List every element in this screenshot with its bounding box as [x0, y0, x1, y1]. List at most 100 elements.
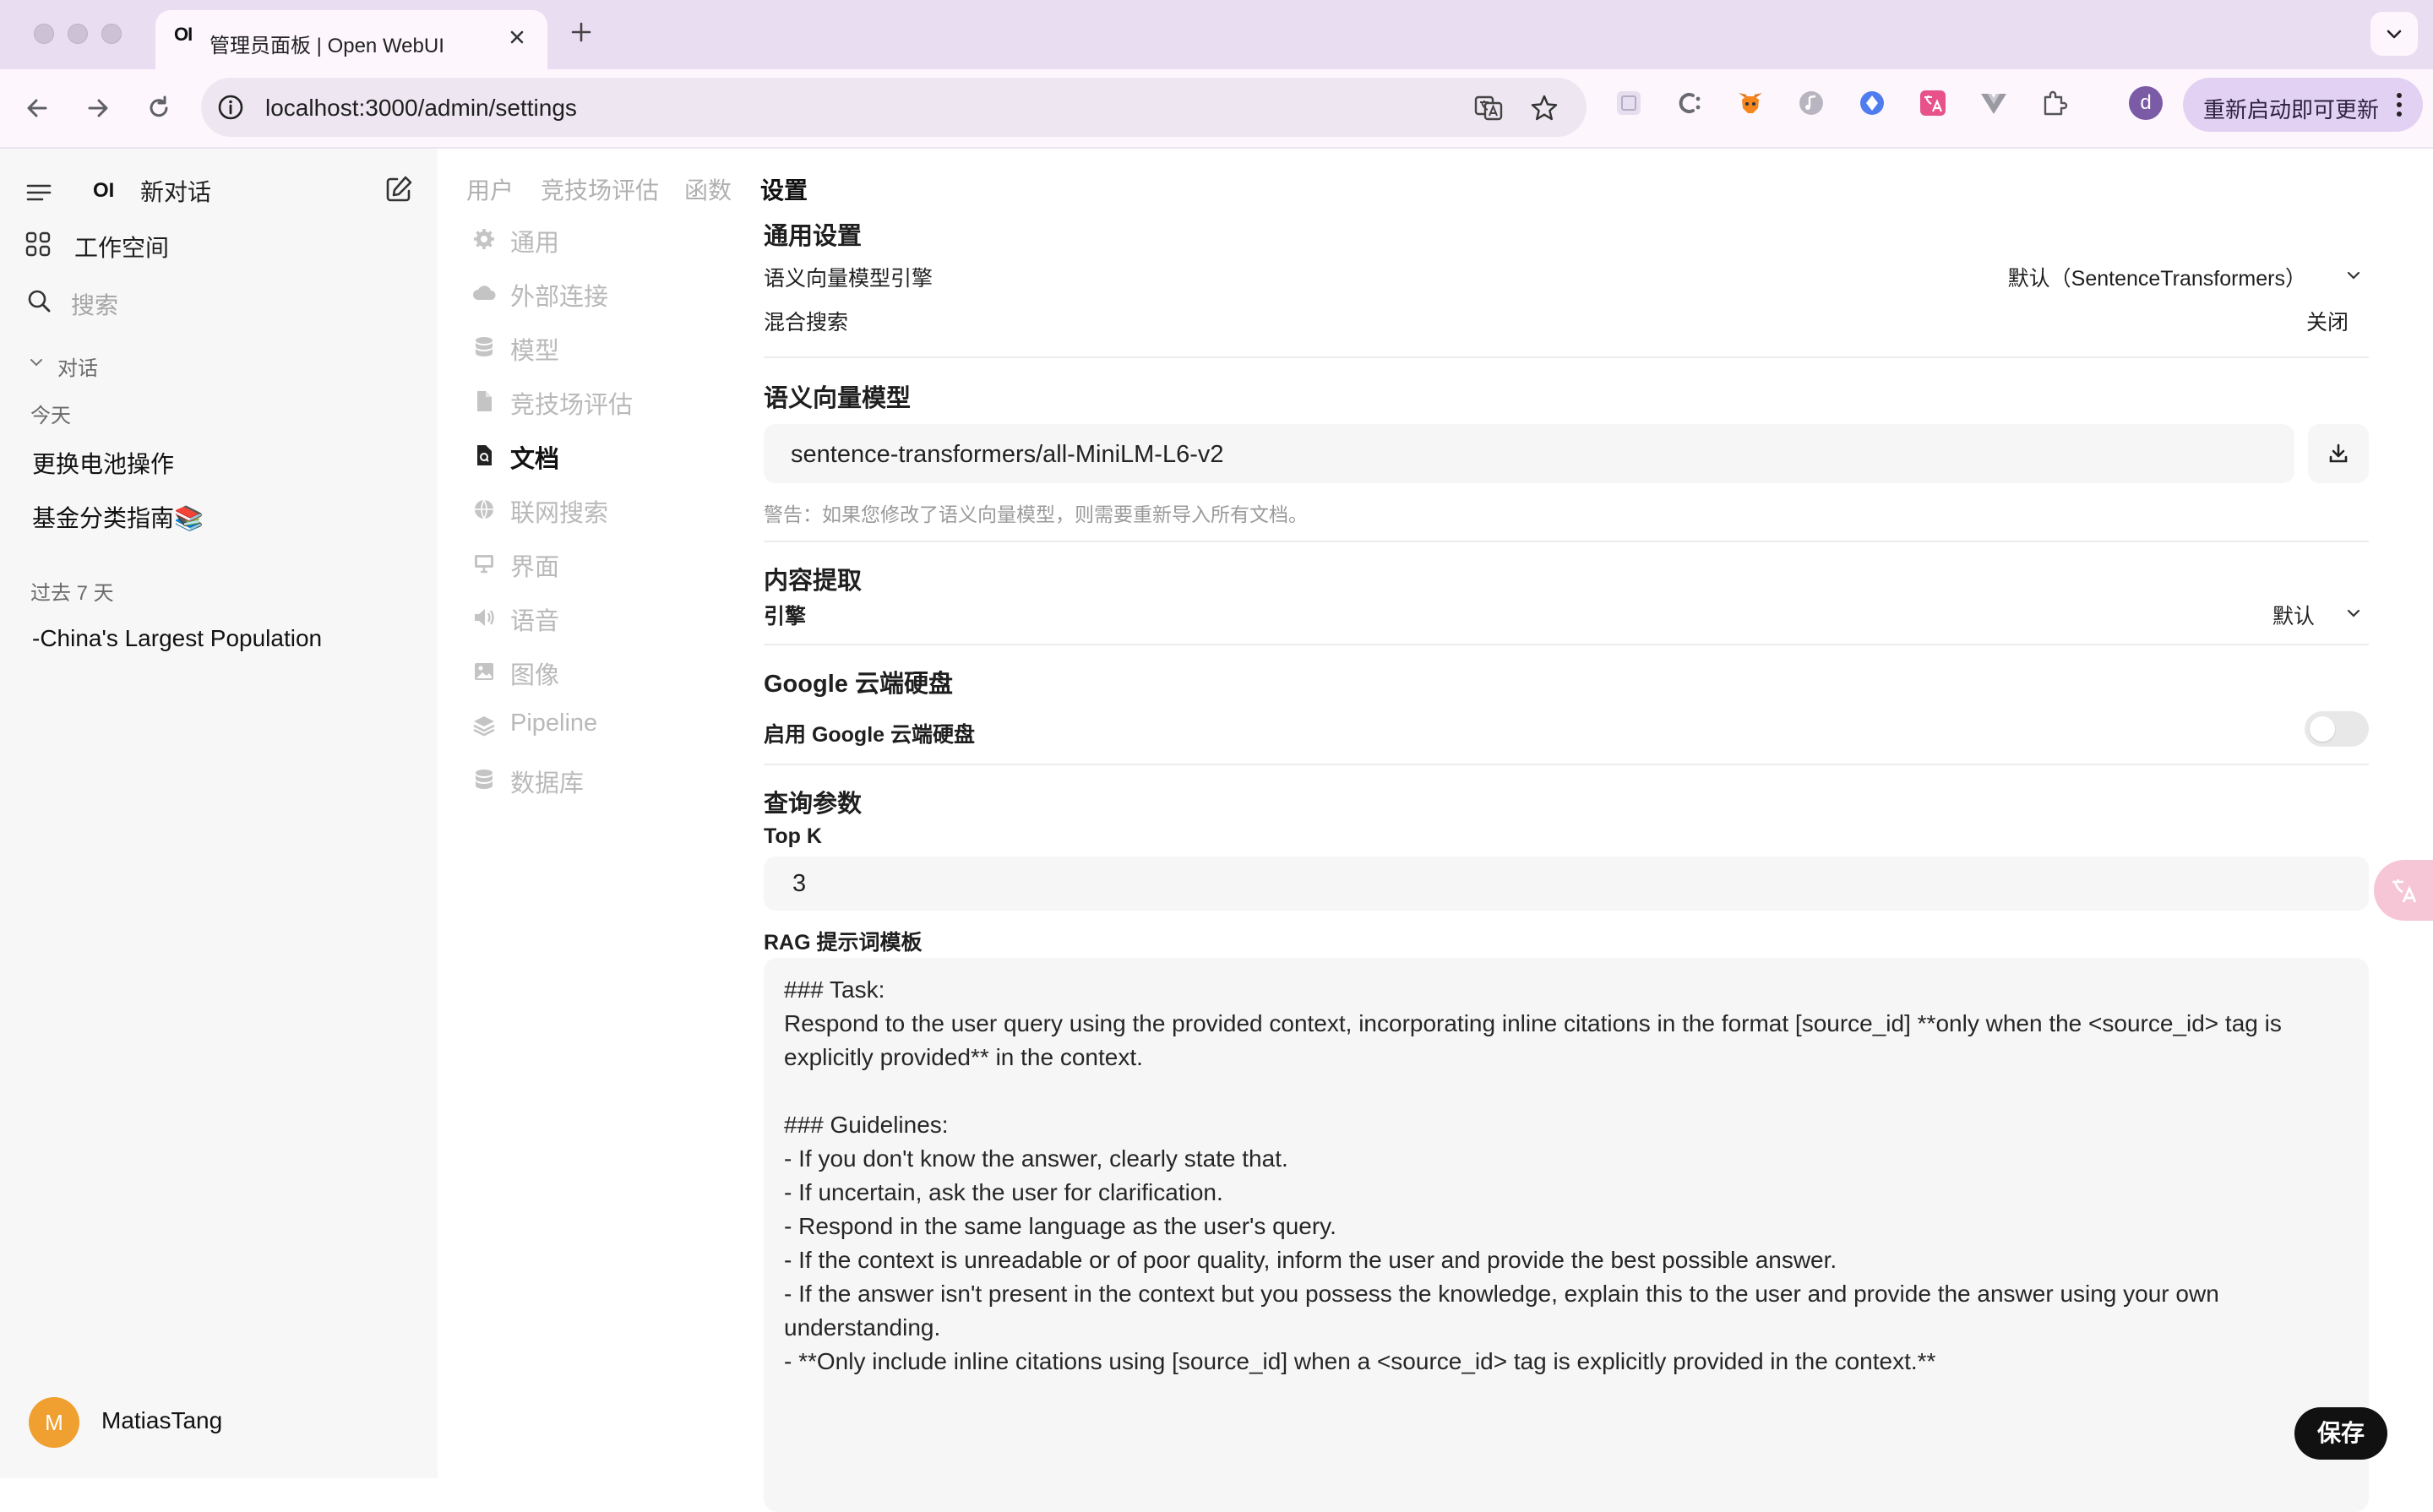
settings-nav-label: 语音	[510, 608, 560, 635]
settings-nav-label: 文档	[510, 446, 560, 473]
rag-template-textarea[interactable]: ### Task: Respond to the user query usin…	[764, 958, 2369, 1512]
site-info-icon[interactable]	[216, 93, 245, 122]
vue-devtools-icon[interactable]	[1979, 88, 2009, 118]
download-model-button[interactable]	[2308, 424, 2369, 483]
workspace-grid-icon	[24, 230, 52, 258]
metamask-fox-icon[interactable]	[1735, 88, 1766, 118]
new-chat-edit-icon[interactable]	[382, 172, 416, 206]
embedding-warning: 警告：如果您修改了语义向量模型，则需要重新导入所有文档。	[764, 503, 1308, 525]
top-k-value: 3	[792, 870, 807, 897]
engine-select[interactable]: 默认	[2272, 600, 2315, 630]
general-settings-heading: 通用设置	[764, 223, 863, 250]
settings-nav-label: 模型	[510, 338, 560, 365]
divider	[764, 644, 2369, 645]
blue-diamond-extension-icon[interactable]	[1857, 88, 1887, 118]
tab-title: 管理员面板 | Open WebUI	[210, 35, 444, 57]
hybrid-search-label: 混合搜索	[764, 311, 849, 334]
embedding-engine-select[interactable]: 默认（SentenceTransformers）	[2008, 262, 2306, 292]
google-drive-toggle[interactable]	[2305, 711, 2369, 747]
hybrid-search-toggle[interactable]: 关闭	[2306, 306, 2349, 336]
rag-template-text: ### Task: Respond to the user query usin…	[784, 976, 2282, 1374]
database-icon	[476, 770, 493, 789]
engine-label: 引擎	[764, 605, 807, 628]
search-icon	[25, 287, 52, 314]
chat-item[interactable]: 更换电池操作	[32, 446, 174, 480]
embedding-model-value: sentence-transformers/all-MiniLM-L6-v2	[791, 441, 1224, 468]
tab-settings[interactable]: 设置	[760, 172, 808, 206]
window-zoom-button[interactable]	[101, 24, 122, 44]
floating-translate-button[interactable]	[2374, 860, 2433, 921]
google-drive-toggle-label: 启用 Google 云端硬盘	[764, 723, 976, 747]
openwebui-logo: OI	[93, 179, 115, 202]
relaunch-update-button[interactable]: 重新启动即可更新	[2183, 78, 2423, 132]
chevron-down-icon[interactable]	[2343, 265, 2364, 286]
browser-tab-bar: OI 管理员面板 | Open WebUI	[0, 0, 2433, 69]
save-button[interactable]: 保存	[2294, 1407, 2387, 1460]
query-params-heading: 查询参数	[764, 791, 863, 818]
tab-arena-evaluation[interactable]: 竞技场评估	[541, 172, 659, 206]
bookmark-star-icon[interactable]	[1529, 93, 1559, 123]
more-vert-icon	[2394, 91, 2404, 118]
window-close-button[interactable]	[34, 24, 54, 44]
top-k-input[interactable]: 3	[764, 857, 2369, 911]
chat-item[interactable]: 基金分类指南📚	[32, 500, 204, 534]
back-arrow-icon[interactable]	[20, 91, 54, 125]
settings-nav-label: 数据库	[510, 770, 585, 797]
settings-nav-label: 竞技场评估	[510, 392, 634, 419]
chevron-down-icon[interactable]	[2343, 603, 2364, 623]
embedding-model-input[interactable]: sentence-transformers/all-MiniLM-L6-v2	[764, 424, 2294, 483]
new-chat-link[interactable]: 新对话	[140, 174, 211, 208]
database-icon	[476, 337, 493, 356]
extensions-puzzle-icon[interactable]	[2039, 88, 2070, 118]
admin-panel: 用户 竞技场评估 函数 设置 通用 外部连接 模型 竞技场评估 文档 联网搜索 …	[438, 149, 2433, 1512]
tab-close-icon[interactable]	[505, 25, 529, 49]
music-extension-icon[interactable]	[1796, 88, 1826, 118]
past-7-days-label: 过去 7 天	[30, 582, 114, 605]
workspace-link[interactable]: 工作空间	[74, 230, 169, 264]
folder-chevron-icon[interactable]	[29, 355, 44, 370]
google-drive-heading: Google 云端硬盘	[764, 671, 953, 698]
translate-extension-icon[interactable]	[1918, 88, 1948, 118]
translate-icon	[2392, 879, 2417, 903]
reload-icon[interactable]	[142, 91, 176, 125]
user-avatar[interactable]: M	[29, 1397, 79, 1448]
menu-icon[interactable]	[24, 177, 54, 208]
new-tab-icon[interactable]	[568, 19, 595, 46]
chats-folder-label[interactable]: 对话	[57, 351, 98, 381]
window-minimize-button[interactable]	[68, 24, 88, 44]
image-icon	[475, 663, 493, 680]
globe-icon	[475, 499, 493, 519]
toggle-knob	[2310, 716, 2335, 742]
tab-users[interactable]: 用户	[466, 172, 514, 206]
tab-favicon: OI	[174, 24, 193, 45]
gear-icon	[474, 229, 494, 249]
tab-functions[interactable]: 函数	[684, 172, 732, 206]
tab-search-button[interactable]	[2370, 12, 2418, 56]
document-icon	[477, 391, 492, 411]
divider	[764, 356, 2369, 358]
profile-avatar[interactable]: d	[2129, 86, 2163, 120]
address-bar[interactable]: localhost:3000/admin/settings	[201, 78, 1587, 137]
content-extraction-heading: 内容提取	[764, 568, 863, 595]
divider	[764, 764, 2369, 765]
monitor-icon	[475, 555, 493, 574]
settings-nav-label: 界面	[510, 554, 560, 581]
chat-item[interactable]: -China's Largest Population	[32, 625, 322, 652]
settings-nav-label: 图像	[510, 662, 560, 689]
settings-nav-label: Pipeline	[510, 710, 598, 737]
speaker-icon	[475, 609, 494, 626]
extension-icon-grid[interactable]	[1614, 88, 1644, 118]
browser-tab[interactable]: OI 管理员面板 | Open WebUI	[155, 10, 547, 69]
forward-arrow-icon[interactable]	[81, 91, 115, 125]
update-label: 重新启动即可更新	[2203, 97, 2380, 122]
user-name[interactable]: MatiasTang	[101, 1407, 222, 1434]
chevron-down-icon	[2387, 30, 2402, 39]
extension-icon-c[interactable]	[1674, 88, 1705, 118]
today-label: 今天	[30, 405, 71, 427]
search-input[interactable]: 搜索	[71, 287, 118, 321]
settings-nav-label: 通用	[510, 230, 560, 257]
translate-page-icon[interactable]	[1473, 93, 1504, 123]
document-search-icon	[477, 445, 492, 465]
download-icon	[2327, 442, 2350, 465]
url-text: localhost:3000/admin/settings	[265, 95, 577, 121]
